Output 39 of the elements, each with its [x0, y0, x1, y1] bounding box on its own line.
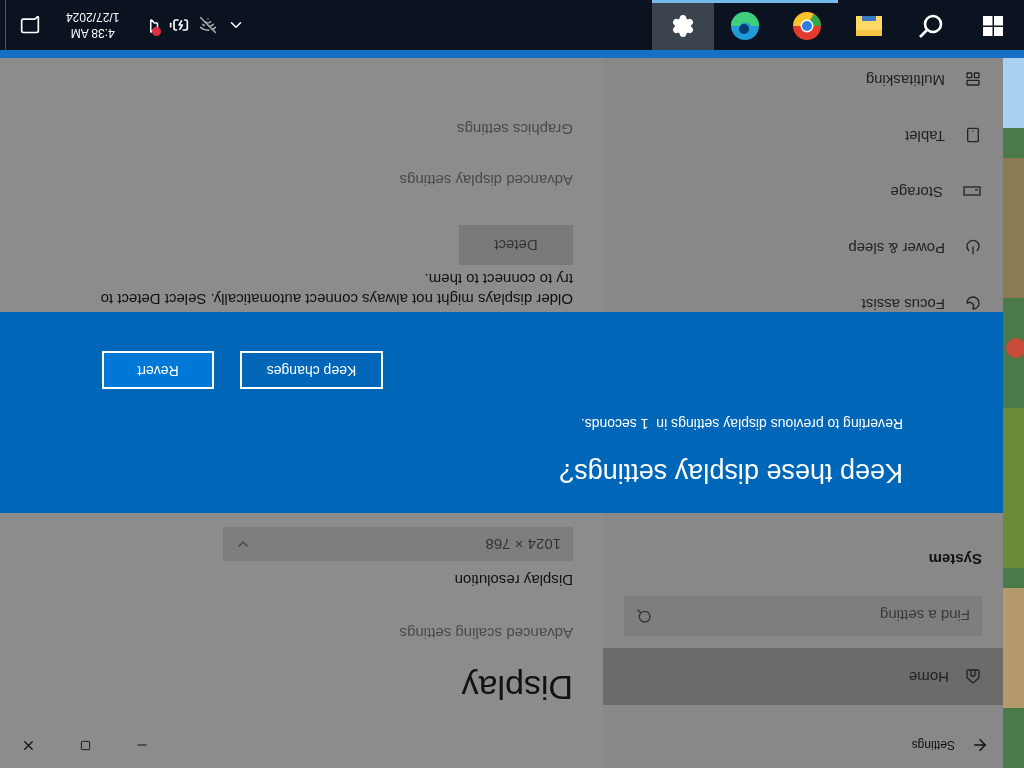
- sidebar-item[interactable]: Tablet: [603, 107, 1003, 164]
- field-label: Display resolution: [454, 571, 573, 592]
- edge-icon: [730, 11, 760, 42]
- search-icon: [636, 608, 652, 624]
- network-icon[interactable]: [199, 16, 218, 34]
- moon-icon: [965, 295, 981, 312]
- dialog-button[interactable]: Keep changes: [240, 351, 383, 390]
- sidebar-item[interactable]: Multitasking: [603, 58, 1003, 108]
- link[interactable]: Advanced scaling settings: [399, 621, 573, 644]
- windows-logo-icon: [983, 16, 1003, 37]
- detect-button[interactable]: Detect: [459, 225, 573, 265]
- search-icon: [918, 13, 944, 40]
- dialog-button[interactable]: Revert: [102, 351, 214, 390]
- page-title: Display: [461, 671, 573, 705]
- folder-icon: [855, 14, 883, 39]
- search-field[interactable]: Find a setting: [624, 596, 982, 636]
- storage-icon: [963, 186, 981, 197]
- resolution-dropdown[interactable]: 1024 × 768: [223, 527, 573, 561]
- dialog-title: Keep these display settings?: [559, 457, 903, 490]
- dialog-message: Reverting to previous display settings in 1 seconds.: [580, 415, 903, 435]
- taskbar-app[interactable]: [652, 0, 714, 50]
- sidebar-item[interactable]: Home: [603, 648, 1003, 705]
- settings-icon: [671, 14, 695, 39]
- sidebar-item[interactable]: Storage: [603, 163, 1003, 220]
- clock-date[interactable]: 1/27/2024: [66, 9, 120, 25]
- home-icon: [965, 668, 981, 685]
- chrome-icon: [792, 11, 822, 42]
- window-title: Settings: [911, 737, 955, 755]
- section-heading: System: [927, 550, 982, 570]
- link[interactable]: Advanced display settings: [399, 168, 573, 191]
- multitasking-icon: [965, 71, 981, 88]
- sidebar-item[interactable]: Power & sleep: [603, 219, 1003, 276]
- notification-icon[interactable]: [20, 15, 40, 35]
- sidebar-item[interactable]: Focus assist: [603, 275, 1003, 332]
- description: Older displays might not always connect automatically. Select Detect to try to connect to them.: [99, 270, 573, 309]
- tablet-icon: [965, 127, 981, 144]
- clock-time[interactable]: 4:38 AM: [70, 25, 115, 41]
- link[interactable]: Graphics settings: [457, 118, 573, 141]
- power-icon: [965, 239, 981, 256]
